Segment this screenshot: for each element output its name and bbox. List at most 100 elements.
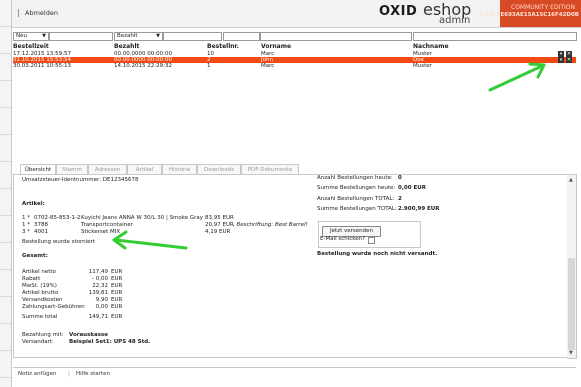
item-extra: , Beschriftung: Best Barrel! <box>233 222 308 228</box>
total-title: Gesamt: <box>22 253 48 259</box>
scroll-down-icon[interactable]: ▼ <box>569 350 573 356</box>
cancelled-notice: Bestellung wurde storniert <box>22 239 95 245</box>
order-row[interactable]: 30.03.2011 10:55:13 14.10.2015 22:29:32 … <box>13 63 576 69</box>
nav-slot[interactable] <box>0 189 11 216</box>
nav-slot[interactable] <box>0 135 11 162</box>
order-list: 17.12.2015 13:59:57 00.00.0000 00:00:00 … <box>13 51 576 69</box>
order-paid: 14.10.2015 22:29:32 <box>114 63 172 69</box>
stat-value: 2 <box>398 196 402 202</box>
sum-currency: EUR <box>111 276 123 282</box>
item-qty: 3 * <box>22 229 30 235</box>
logo-admin: admin <box>439 15 471 26</box>
payment-label: Bezahlung mit: <box>22 332 64 338</box>
detail-scrollbar[interactable]: ▲ ▼ <box>567 174 577 359</box>
edition-name: COMMUNITY EDITION <box>511 4 575 11</box>
chevron-down-icon: ▼ <box>42 33 46 39</box>
sum-currency: EUR <box>111 297 123 303</box>
nav-slot[interactable] <box>0 351 11 378</box>
admin-header: Abmelden OXID eshop admin COMMUNITY EDIT… <box>12 0 581 28</box>
item-title: Transportcontainer <box>81 222 133 228</box>
sum-currency: EUR <box>111 304 123 310</box>
scroll-up-icon[interactable]: ▲ <box>569 177 573 183</box>
list-filters: Neu ▼ Bezahlt ▼ <box>13 32 577 41</box>
sum-value: 0,00 <box>95 304 108 310</box>
nav-slot[interactable] <box>0 162 11 189</box>
item-qty: 1 * <box>22 222 30 228</box>
sum-value: - 0,00 <box>92 276 108 282</box>
nav-slot[interactable] <box>0 27 11 54</box>
item-price: 20,97 EUR <box>205 222 234 228</box>
order-lastname: Muster <box>413 63 432 69</box>
order-firstname: Marc <box>261 63 275 69</box>
col-paid[interactable]: Bezahlt <box>114 43 139 50</box>
item-title: Kuyichi Jeans ANNA W 30/L 30 | Smoke Gra… <box>81 215 204 221</box>
nav-slot[interactable] <box>0 216 11 243</box>
footer-separator: | <box>68 371 70 377</box>
nav-slot[interactable] <box>0 81 11 108</box>
grand-total-label: Summe total <box>22 314 58 320</box>
status-filter-value: Neu <box>16 33 27 39</box>
chevron-down-icon: ▼ <box>156 33 160 39</box>
stat-value: 0 <box>398 175 402 181</box>
articles-title: Artikel: <box>22 201 45 207</box>
grand-total-value: 149,71 <box>88 314 108 320</box>
paid-date-filter-input[interactable] <box>163 32 222 41</box>
sum-value: 117,49 <box>88 269 108 275</box>
paid-filter-value: Bezahlt <box>117 33 138 39</box>
grand-total-currency: EUR <box>111 314 123 320</box>
logout-link[interactable]: Abmelden <box>18 9 58 17</box>
sum-value: 22,32 <box>92 283 108 289</box>
order-number: 1 <box>207 63 211 69</box>
col-firstname[interactable]: Vorname <box>261 43 291 50</box>
payment-value: Vorauskasse <box>69 332 108 338</box>
order-list-header: Bestellzeit Bezahlt Bestellnr. Vorname N… <box>13 43 576 51</box>
sum-value: 139,81 <box>88 290 108 296</box>
edition-version: 4.9.5_EE693AE15A15C16F42D0B <box>478 12 579 18</box>
lastname-filter-input[interactable] <box>413 32 577 41</box>
footer-bar: Notiz anfügen | Hilfe starten <box>13 367 576 380</box>
stat-value: 0,00 EUR <box>398 185 426 191</box>
col-date[interactable]: Bestellzeit <box>13 43 49 50</box>
vat-id: Umsatzsteuer-Identnummer: DE12345678 <box>22 177 139 183</box>
nav-slot[interactable] <box>0 108 11 135</box>
col-orderno[interactable]: Bestellnr. <box>207 43 239 50</box>
sum-label: Artikel brutto <box>22 290 59 296</box>
email-label: E-Mail schicken? <box>320 236 366 242</box>
scroll-thumb[interactable] <box>568 258 575 350</box>
item-price: 4,19 EUR <box>205 229 231 235</box>
nav-slot[interactable] <box>0 324 11 351</box>
col-lastname[interactable]: Nachname <box>413 43 449 50</box>
sum-label: Zahlungsart-Gebühren <box>22 304 85 310</box>
nav-slot[interactable] <box>0 0 11 27</box>
sum-label: Artikel netto <box>22 269 56 275</box>
shipping-label: Versandart: <box>22 339 54 345</box>
stat-value: 2.900,99 EUR <box>398 206 440 212</box>
sum-currency: EUR <box>111 269 123 275</box>
stat-label: Summe Bestellungen heute: <box>317 185 396 191</box>
sum-label: Versandkosten <box>22 297 63 303</box>
status-filter-select[interactable]: Neu ▼ <box>13 32 49 41</box>
item-artnr: 3788 <box>34 222 48 228</box>
nav-slot[interactable] <box>0 297 11 324</box>
item-artnr: 4001 <box>34 229 48 235</box>
nav-slot[interactable] <box>0 243 11 270</box>
order-overview-panel: Umsatzsteuer-Identnummer: DE12345678 Art… <box>13 174 569 358</box>
sum-value: 9,90 <box>95 297 108 303</box>
email-checkbox[interactable] <box>368 237 375 244</box>
item-title: Stickerset MIX <box>81 229 121 235</box>
add-note-link[interactable]: Notiz anfügen <box>18 368 56 380</box>
order-date: 30.03.2011 10:55:13 <box>13 63 71 69</box>
stat-label: Summe Bestellungen TOTAL: <box>317 206 397 212</box>
firstname-filter-input[interactable] <box>260 32 412 41</box>
not-shipped-notice: Bestellung wurde noch nicht versandt. <box>317 251 438 257</box>
nav-slot[interactable] <box>0 54 11 81</box>
help-link[interactable]: Hilfe starten <box>76 368 110 380</box>
sum-currency: EUR <box>111 283 123 289</box>
item-artnr: 0702-85-853-1-2 <box>34 215 81 221</box>
item-price: 83,95 EUR <box>205 215 234 221</box>
date-filter-input[interactable] <box>49 32 113 41</box>
paid-filter-select[interactable]: Bezahlt ▼ <box>114 32 163 41</box>
orderno-filter-input[interactable] <box>223 32 260 41</box>
shipping-value: Beispiel Set1: UPS 48 Std. <box>69 339 151 345</box>
nav-slot[interactable] <box>0 270 11 297</box>
